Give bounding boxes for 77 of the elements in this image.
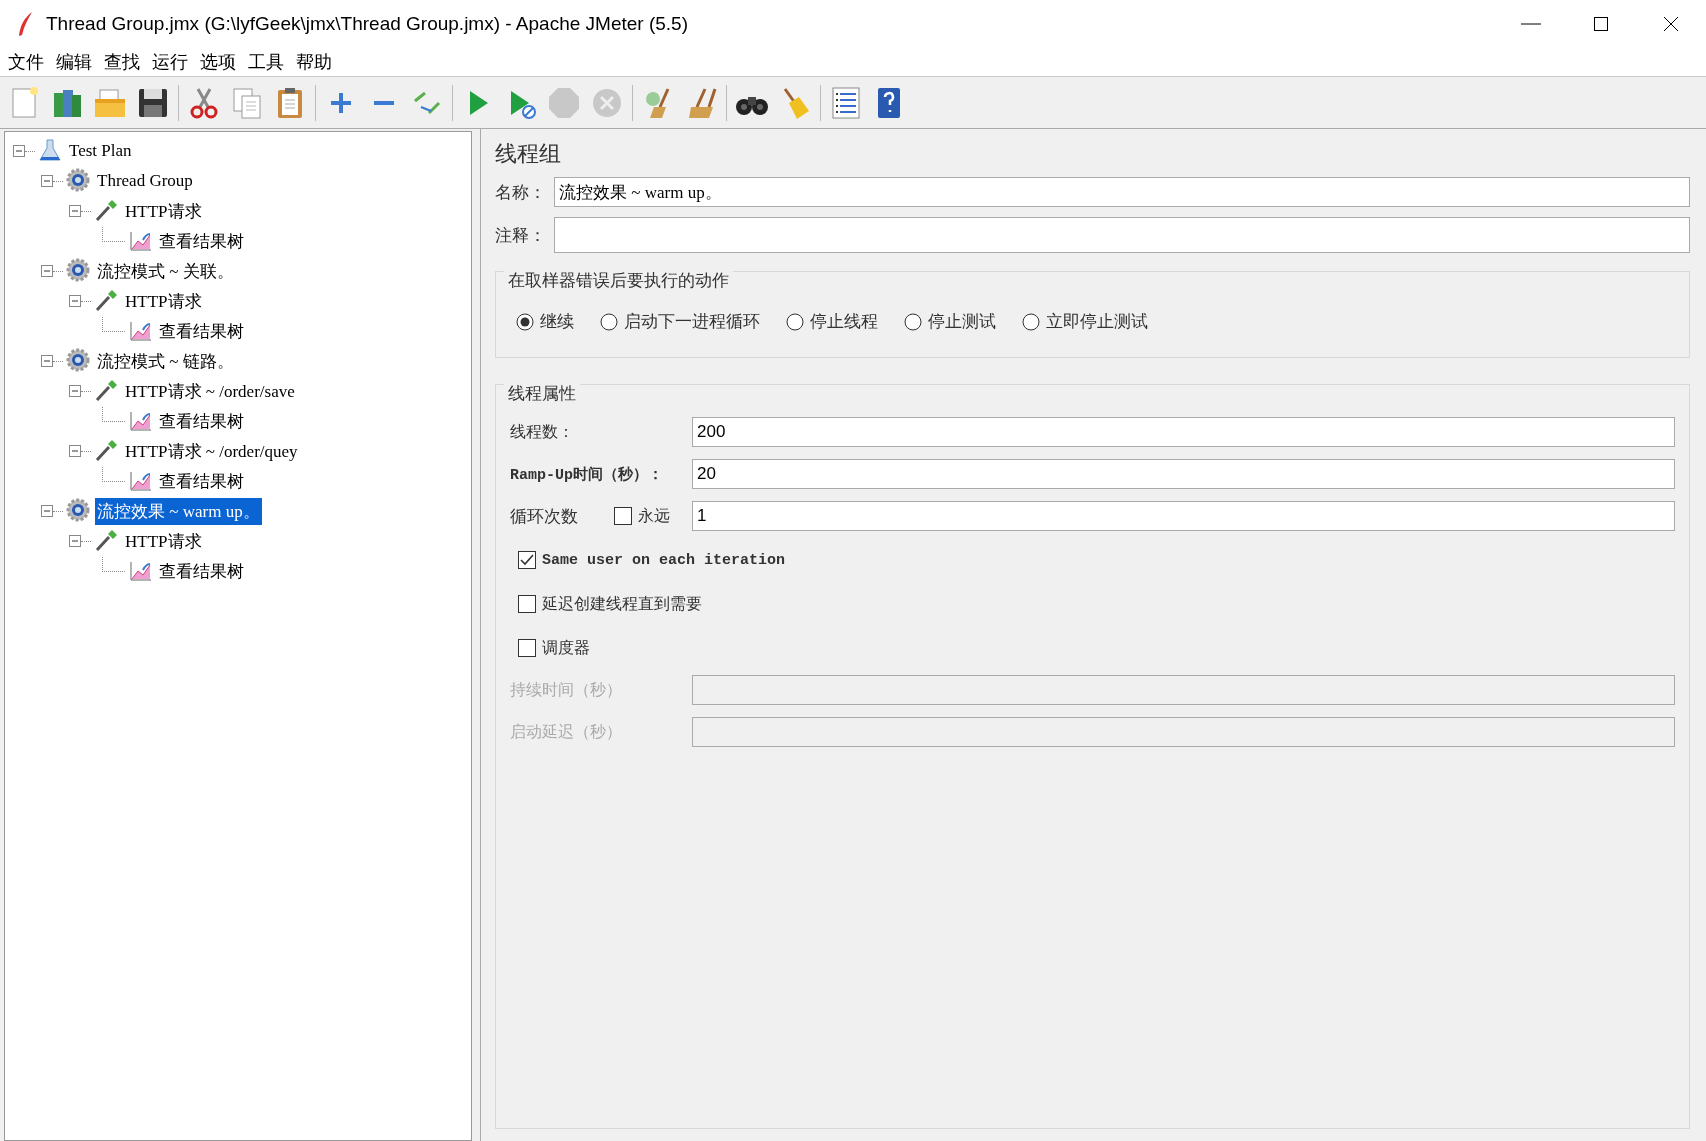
- checkbox[interactable]: Same user on each iteration: [518, 551, 786, 569]
- checkbox-square-icon: [614, 507, 632, 525]
- pipette-icon: [93, 378, 119, 404]
- checkbox[interactable]: 调度器: [518, 637, 590, 659]
- radio-circle-icon: [904, 312, 922, 331]
- field-label: 注释：: [495, 224, 546, 247]
- menu-item[interactable]: 查找: [100, 49, 148, 74]
- field-label: Ramp-Up时间（秒）：: [510, 465, 664, 484]
- radio-circle-icon: [600, 312, 618, 331]
- checkbox-square-icon: [518, 551, 536, 569]
- collapse-toggle-icon[interactable]: [41, 175, 53, 187]
- tree-item[interactable]: 查看结果树: [157, 317, 246, 345]
- tree-item[interactable]: HTTP请求: [123, 197, 204, 225]
- collapse-toggle-icon[interactable]: [41, 505, 53, 517]
- tree-item[interactable]: HTTP请求: [123, 287, 204, 315]
- input-field[interactable]: 1: [692, 501, 1675, 531]
- field-label: 循环次数: [510, 505, 578, 528]
- pipette-icon: [93, 288, 119, 314]
- collapse-toggle-icon[interactable]: [13, 145, 25, 157]
- radio-button[interactable]: 立即停止测试: [1022, 310, 1148, 333]
- flask-icon: [37, 138, 63, 164]
- tree-item[interactable]: 流控模式 ~ 链路。: [95, 347, 236, 375]
- collapse-toggle-icon[interactable]: [41, 355, 53, 367]
- input-field[interactable]: 流控效果 ~ warm up。: [554, 177, 1690, 207]
- tree-item[interactable]: 流控模式 ~ 关联。: [95, 257, 236, 285]
- checkbox-square-icon: [518, 639, 536, 657]
- field-label: 启动延迟（秒）: [510, 721, 623, 742]
- pipette-icon: [93, 198, 119, 224]
- tree-item[interactable]: HTTP请求 ~ /order/save: [123, 377, 297, 405]
- menu-item[interactable]: 文件: [4, 49, 52, 74]
- input-field[interactable]: 200: [692, 417, 1675, 447]
- tree-item[interactable]: 流控效果 ~ warm up。: [95, 497, 262, 525]
- checkbox[interactable]: 永远: [614, 505, 670, 527]
- window-title: Thread Group.jmx (G:\lyfGeek\jmx\Thread Group.jmx) - Apache JMeter (5.5): [46, 12, 689, 35]
- collapse-toggle-icon[interactable]: [69, 445, 81, 457]
- input-field[interactable]: [554, 217, 1690, 253]
- radio-circle-icon: [516, 312, 534, 331]
- group-title: 线程属性: [504, 382, 580, 405]
- tree-item[interactable]: 查看结果树: [157, 557, 246, 585]
- collapse-toggle-icon[interactable]: [69, 535, 81, 547]
- radio-button[interactable]: 继续: [516, 310, 574, 333]
- tree-item[interactable]: HTTP请求: [123, 527, 204, 555]
- collapse-toggle-icon[interactable]: [41, 265, 53, 277]
- field-label: 持续时间（秒）: [510, 679, 623, 700]
- tree-item[interactable]: 查看结果树: [157, 227, 246, 255]
- radio-circle-icon: [786, 312, 804, 331]
- input-field[interactable]: 20: [692, 459, 1675, 489]
- radio-button[interactable]: 停止线程: [786, 310, 878, 333]
- field-label: 名称：: [495, 181, 546, 204]
- field-label: 线程数：: [510, 421, 575, 442]
- gear-icon: [65, 498, 91, 524]
- menu-item[interactable]: 运行: [148, 49, 196, 74]
- menu-item[interactable]: 编辑: [52, 49, 100, 74]
- collapse-toggle-icon[interactable]: [69, 205, 81, 217]
- gear-icon: [65, 258, 91, 284]
- panel-title: 线程组: [495, 140, 562, 168]
- tree-item[interactable]: 查看结果树: [157, 407, 246, 435]
- pipette-icon: [93, 438, 119, 464]
- tree-item[interactable]: 查看结果树: [157, 467, 246, 495]
- collapse-toggle-icon[interactable]: [69, 295, 81, 307]
- gear-icon: [65, 168, 91, 194]
- menu-item[interactable]: 帮助: [292, 49, 340, 74]
- checkbox[interactable]: 延迟创建线程直到需要: [518, 593, 702, 615]
- radio-circle-icon: [1022, 312, 1040, 331]
- radio-button[interactable]: 停止测试: [904, 310, 996, 333]
- radio-button[interactable]: 启动下一进程循环: [600, 310, 760, 333]
- gear-icon: [65, 348, 91, 374]
- tree-item[interactable]: HTTP请求 ~ /order/quey: [123, 437, 300, 465]
- checkbox-square-icon: [518, 595, 536, 613]
- menu-item[interactable]: 工具: [244, 49, 292, 74]
- minimize-icon: [1521, 22, 1541, 25]
- pipette-icon: [93, 528, 119, 554]
- group-title: 在取样器错误后要执行的动作: [504, 269, 733, 292]
- collapse-toggle-icon[interactable]: [69, 385, 81, 397]
- tree-item[interactable]: Thread Group: [95, 169, 195, 193]
- tree-item[interactable]: Test Plan: [67, 139, 134, 163]
- menu-item[interactable]: 选项: [196, 49, 244, 74]
